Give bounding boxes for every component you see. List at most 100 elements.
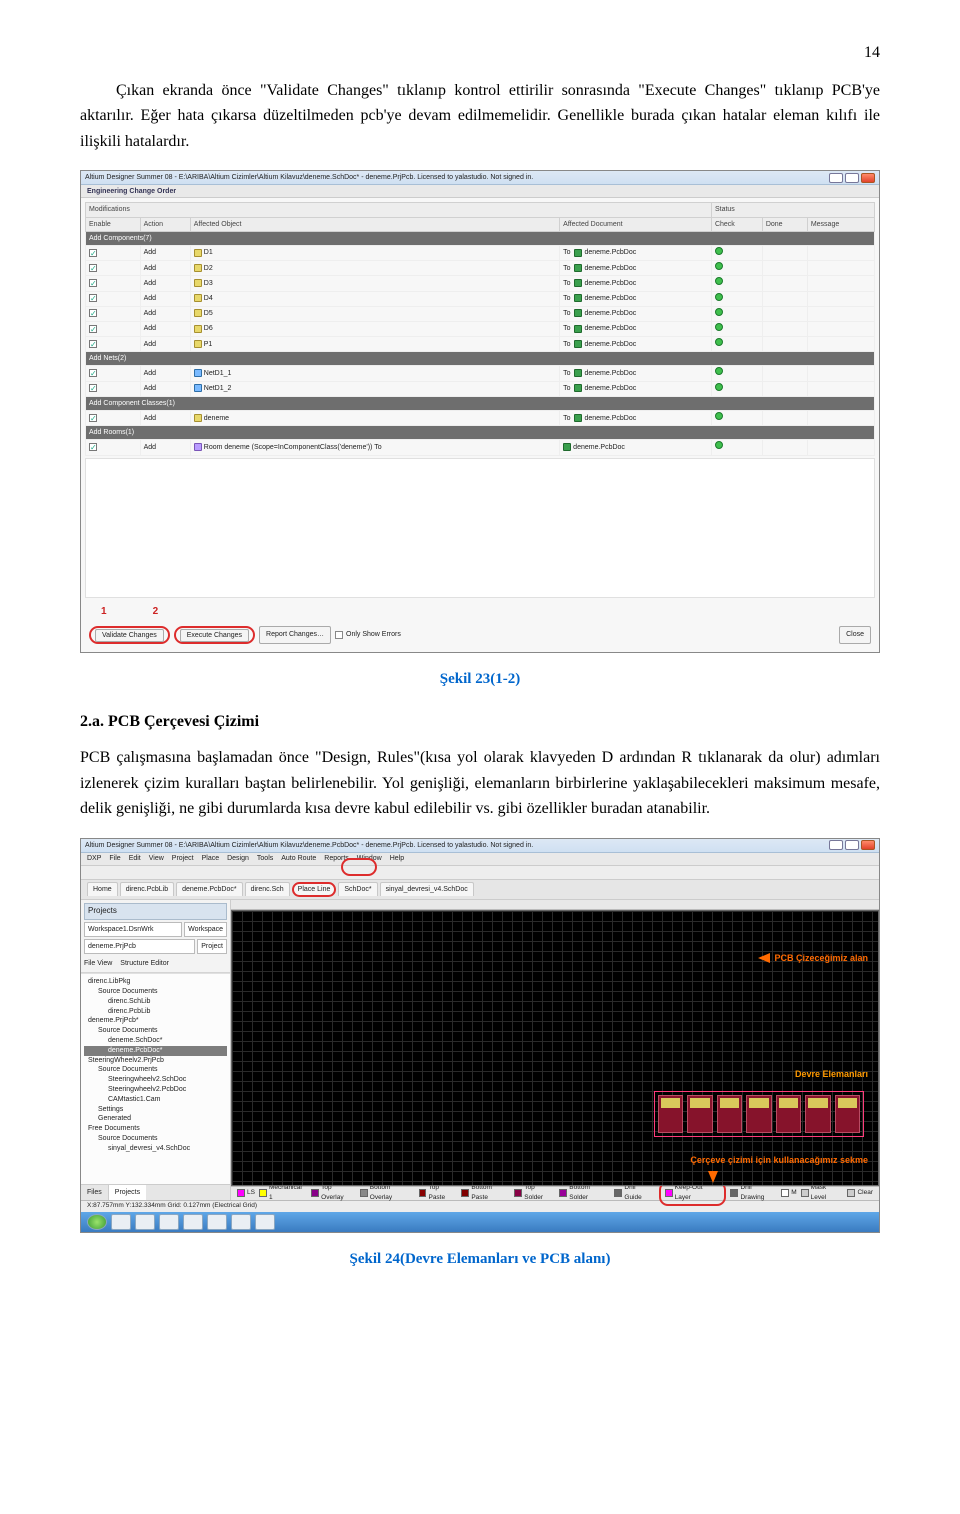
min-button[interactable]	[829, 173, 843, 183]
min-button[interactable]	[829, 840, 843, 850]
layer-tab[interactable]: Bottom Overlay	[360, 1183, 415, 1204]
paragraph-2: PCB çalışmasına başlamadan önce "Design,…	[80, 745, 880, 822]
group-nets: Add Nets(2)	[86, 352, 875, 366]
close-button[interactable]	[861, 840, 875, 850]
ok-icon	[715, 247, 723, 255]
menu-file[interactable]: File	[109, 853, 120, 864]
doc-tab[interactable]: deneme.PcbDoc*	[176, 882, 242, 896]
ad-menubar[interactable]: DXP File Edit View Project Place Design Tools Au…	[81, 853, 879, 866]
tree-item[interactable]: deneme.SchDoc*	[84, 1036, 227, 1046]
task-icon[interactable]	[159, 1214, 179, 1230]
tree-item[interactable]: Steeringwheelv2.SchDoc	[84, 1075, 227, 1085]
only-show-errors-label[interactable]: Only Show Errors	[346, 629, 401, 640]
layer-tab[interactable]: Drill Guide	[614, 1183, 654, 1204]
file-view-radio[interactable]: File View	[84, 958, 112, 969]
layer-tab[interactable]: Top Paste	[419, 1183, 458, 1204]
doc-tab[interactable]: direnc.Sch	[245, 882, 290, 896]
group-rooms: Add Rooms(1)	[86, 426, 875, 440]
panel-title: Projects	[84, 903, 227, 920]
layer-tab[interactable]: Clear	[847, 1188, 873, 1198]
tree-item[interactable]: Source Documents	[84, 1134, 227, 1144]
tree-item[interactable]: SteeringWheelv2.PrjPcb	[84, 1056, 227, 1066]
structure-editor-radio[interactable]: Structure Editor	[120, 958, 169, 969]
menu-project[interactable]: Project	[172, 853, 194, 864]
report-changes-button[interactable]: Report Changes…	[259, 626, 331, 643]
eco-table: Modifications Status Enable Action Affec…	[85, 202, 875, 455]
workspace-button[interactable]: Workspace	[184, 922, 227, 937]
menu-edit[interactable]: Edit	[129, 853, 141, 864]
task-icon[interactable]	[135, 1214, 155, 1230]
layer-tab[interactable]: LS	[237, 1188, 255, 1198]
tree-item[interactable]: Generated	[84, 1114, 227, 1124]
layer-tab[interactable]: Bottom Solder	[559, 1183, 610, 1204]
caption-24: Şekil 24(Devre Elemanları ve PCB alanı)	[80, 1247, 880, 1271]
col-action: Action	[140, 217, 190, 231]
tree-item[interactable]: deneme.PrjPcb*	[84, 1016, 227, 1026]
layer-tab[interactable]: Bottom Paste	[461, 1183, 510, 1204]
layer-tab[interactable]: Top Solder	[514, 1183, 555, 1204]
ad-tabstrip[interactable]: Homedirenc.PcbLibdeneme.PcbDoc*direnc.Sc…	[81, 880, 879, 900]
layer-tab[interactable]: Mechanical 1	[259, 1183, 307, 1204]
layer-tabs[interactable]: LSMechanical 1Top OverlayBottom OverlayT…	[231, 1186, 879, 1200]
layer-tab[interactable]: Mask Level	[801, 1183, 844, 1204]
layer-tab[interactable]: Top Overlay	[311, 1183, 356, 1204]
group-components: Add Components(7)	[86, 231, 875, 245]
menu-place[interactable]: Place	[202, 853, 220, 864]
menu-design[interactable]: Design	[227, 853, 249, 864]
group-classes: Add Component Classes(1)	[86, 396, 875, 410]
eco-dialog-title: Engineering Change Order	[81, 185, 879, 198]
validate-changes-button[interactable]: Validate Changes	[95, 629, 164, 642]
close-button[interactable]	[861, 173, 875, 183]
doc-tab[interactable]: SchDoc*	[338, 882, 377, 896]
max-button[interactable]	[845, 173, 859, 183]
doc-tab[interactable]: sinyal_devresi_v4.SchDoc	[380, 882, 474, 896]
task-icon[interactable]	[111, 1214, 131, 1230]
ad-toolbar[interactable]	[81, 866, 879, 880]
menu-tools[interactable]: Tools	[257, 853, 273, 864]
tree-item[interactable]: CAMtastic1.Cam	[84, 1095, 227, 1105]
projects-tab[interactable]: Projects	[109, 1185, 146, 1200]
doc-tab[interactable]: Place Line	[292, 882, 337, 897]
col-message: Message	[807, 217, 874, 231]
layer-tab[interactable]: Drill Drawing	[730, 1183, 777, 1204]
project-button[interactable]: Project	[197, 939, 227, 954]
pcb-canvas[interactable]: PCB Çizeceğimiz alan Devre Elemanları Çe…	[231, 910, 879, 1186]
workspace-dropdown[interactable]: Workspace1.DsnWrk	[84, 922, 182, 937]
task-icon[interactable]	[207, 1214, 227, 1230]
project-tree[interactable]: direnc.LibPkgSource Documentsdirenc.SchL…	[81, 973, 230, 1183]
layer-tab[interactable]: M	[781, 1188, 796, 1198]
tree-item[interactable]: sinyal_devresi_v4.SchDoc	[84, 1144, 227, 1154]
menu-view[interactable]: View	[149, 853, 164, 864]
doc-tab[interactable]: Home	[87, 882, 118, 896]
menu-dxp[interactable]: DXP	[87, 853, 101, 864]
tree-item[interactable]: Steeringwheelv2.PcbDoc	[84, 1085, 227, 1095]
execute-changes-button[interactable]: Execute Changes	[180, 629, 249, 642]
tree-item[interactable]: deneme.PcbDoc*	[84, 1046, 227, 1056]
doc-tab[interactable]: direnc.PcbLib	[120, 882, 174, 896]
components-placeholder	[654, 1091, 864, 1137]
tree-item[interactable]: direnc.LibPkg	[84, 977, 227, 987]
menu-help[interactable]: Help	[390, 853, 404, 864]
tree-item[interactable]: Source Documents	[84, 1026, 227, 1036]
projects-panel: Projects Workspace1.DsnWrkWorkspace dene…	[81, 900, 231, 1200]
start-button[interactable]	[87, 1214, 107, 1230]
max-button[interactable]	[845, 840, 859, 850]
tree-item[interactable]: direnc.PcbLib	[84, 1007, 227, 1017]
menu-auto route[interactable]: Auto Route	[281, 853, 316, 864]
project-dropdown[interactable]: deneme.PrjPcb	[84, 939, 195, 954]
tree-item[interactable]: Settings	[84, 1105, 227, 1115]
note-elements: Devre Elemanları	[795, 1067, 868, 1081]
close-button[interactable]: Close	[839, 626, 871, 643]
checkbox-icon[interactable]	[89, 249, 97, 257]
tree-item[interactable]: direnc.SchLib	[84, 997, 227, 1007]
eco-screenshot: Altium Designer Summer 08 - E:\ARIBA\Alt…	[80, 170, 880, 653]
task-icon[interactable]	[255, 1214, 275, 1230]
tree-item[interactable]: Source Documents	[84, 1065, 227, 1075]
arrow-icon	[758, 953, 770, 963]
task-icon[interactable]	[231, 1214, 251, 1230]
tree-item[interactable]: Source Documents	[84, 987, 227, 997]
col-enable: Enable	[86, 217, 141, 231]
tree-item[interactable]: Free Documents	[84, 1124, 227, 1134]
files-tab[interactable]: Files	[81, 1185, 109, 1200]
task-icon[interactable]	[183, 1214, 203, 1230]
